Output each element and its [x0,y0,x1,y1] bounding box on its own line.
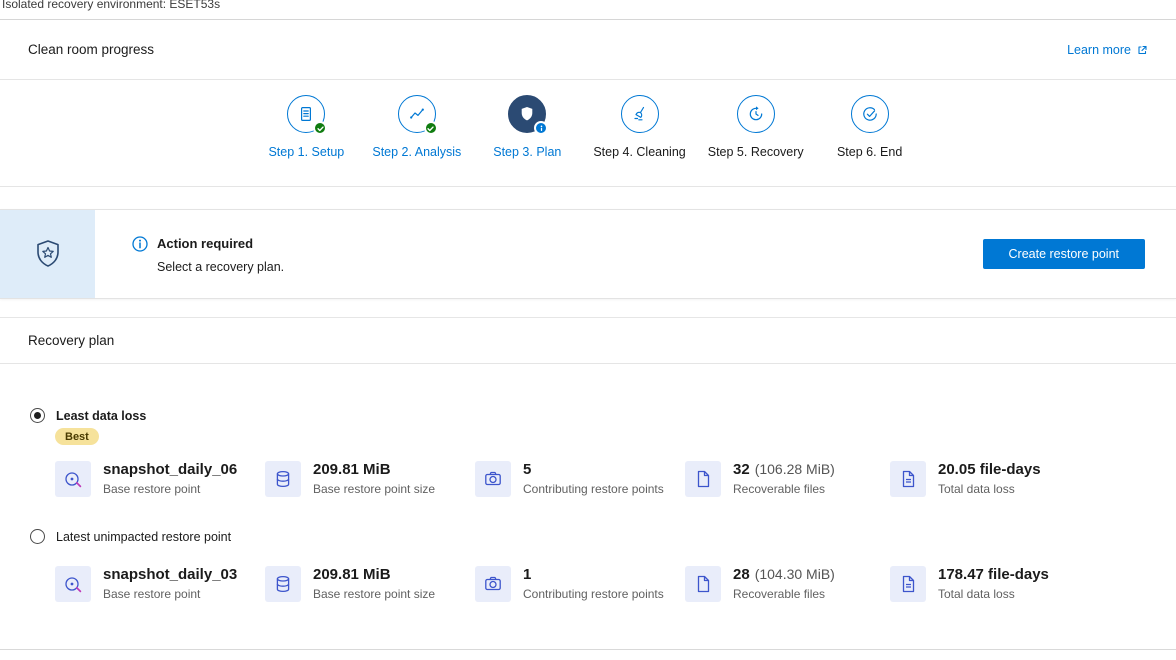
stepper-step-end[interactable]: Step 6. End [826,95,914,159]
stat-value: 209.81 MiB [313,566,435,583]
recovery-plan-content: Least data loss Best snapshot_daily_06 B… [0,364,1176,650]
environment-label: Isolated recovery environment: ESET53s [0,0,1176,11]
stat-recoverable-files: 32(106.28 MiB) Recoverable files [685,461,890,497]
end-check-circle-icon [861,105,879,123]
analysis-chart-icon [408,105,426,123]
step-info-badge-icon [534,121,548,135]
stat-extra: (104.30 MiB) [755,566,835,582]
step-complete-check-icon [424,121,438,135]
best-badge: Best [55,428,99,445]
stat-label: Recoverable files [733,587,835,601]
recovery-plan-header: Recovery plan [0,318,1176,364]
radio-least-data-loss[interactable] [30,408,45,423]
stat-label: Base restore point [103,587,237,601]
stat-label: Total data loss [938,587,1049,601]
stat-base-restore-point-size: 209.81 MiB Base restore point size [265,566,475,602]
stat-label: Base restore point size [313,482,435,496]
file-icon [685,566,721,602]
stat-label: Recoverable files [733,482,835,496]
external-link-icon [1136,44,1148,56]
stat-base-restore-point: snapshot_daily_06 Base restore point [55,461,265,497]
cleaning-broom-icon [631,105,649,123]
shield-star-icon [31,237,65,271]
progress-stepper: Step 1. Setup Step 2. Analysis [0,80,1176,187]
file-days-icon [890,461,926,497]
option-label[interactable]: Least data loss [56,409,146,423]
stepper-step-recovery[interactable]: Step 5. Recovery [708,95,804,159]
stat-value: snapshot_daily_06 [103,461,237,478]
file-days-icon [890,566,926,602]
setup-document-icon [297,105,315,123]
stepper-step-plan[interactable]: Step 3. Plan [483,95,571,159]
stepper-step-setup[interactable]: Step 1. Setup [262,95,350,159]
stat-label: Contributing restore points [523,482,664,496]
banner-accent-panel [0,210,95,298]
recovery-plan-title: Recovery plan [28,333,114,348]
plan-option-latest-unimpacted: Latest unimpacted restore point [0,529,1176,544]
stepper-step-cleaning[interactable]: Step 4. Cleaning [593,95,685,159]
stat-value: 20.05 file-days [938,461,1041,478]
banner-title: Action required [157,236,253,251]
stat-label: Contributing restore points [523,587,664,601]
stat-total-data-loss: 178.47 file-days Total data loss [890,566,1176,602]
restore-point-icon [55,566,91,602]
stat-base-restore-point-size: 209.81 MiB Base restore point size [265,461,475,497]
stat-value: 5 [523,461,664,478]
recovery-restore-icon [747,105,765,123]
plan-option-least-data-loss: Least data loss [0,364,1176,423]
stat-contributing-restore-points: 5 Contributing restore points [475,461,685,497]
page-title: Clean room progress [28,42,154,57]
plan-shield-icon [518,105,536,123]
stat-label: Total data loss [938,482,1041,496]
step-label: Step 3. Plan [493,145,561,159]
stat-value: 1 [523,566,664,583]
stat-label: Base restore point [103,482,237,496]
stat-value: snapshot_daily_03 [103,566,237,583]
clean-room-header: Clean room progress Learn more [0,20,1176,80]
stat-total-data-loss: 20.05 file-days Total data loss [890,461,1176,497]
option-1-stats-row: snapshot_daily_06 Base restore point 209… [0,461,1176,497]
option-2-stats-row: snapshot_daily_03 Base restore point 209… [0,566,1176,602]
step-label: Step 4. Cleaning [593,145,685,159]
option-label[interactable]: Latest unimpacted restore point [56,530,231,544]
stat-contributing-restore-points: 1 Contributing restore points [475,566,685,602]
banner-message: Select a recovery plan. [131,260,284,274]
step-label: Step 1. Setup [268,145,344,159]
step-label: Step 6. End [837,145,902,159]
database-icon [265,566,301,602]
snapshot-camera-icon [475,461,511,497]
learn-more-link[interactable]: Learn more [1067,43,1148,57]
environment-strip: Isolated recovery environment: ESET53s [0,0,1176,20]
stat-value: 28(104.30 MiB) [733,566,835,583]
step-label: Step 5. Recovery [708,145,804,159]
step-complete-check-icon [313,121,327,135]
database-icon [265,461,301,497]
learn-more-label: Learn more [1067,43,1131,57]
restore-point-icon [55,461,91,497]
stepper-step-analysis[interactable]: Step 2. Analysis [372,95,461,159]
recovery-plan-section: Recovery plan Least data loss Best snaps… [0,317,1176,650]
create-restore-point-button[interactable]: Create restore point [983,239,1145,269]
stat-value: 32(106.28 MiB) [733,461,835,478]
action-required-banner: Action required Select a recovery plan. … [0,209,1176,299]
stat-label: Base restore point size [313,587,435,601]
radio-latest-unimpacted[interactable] [30,529,45,544]
banner-body: Action required Select a recovery plan. … [95,210,1176,298]
stat-value: 178.47 file-days [938,566,1049,583]
step-label: Step 2. Analysis [372,145,461,159]
stat-recoverable-files: 28(104.30 MiB) Recoverable files [685,566,890,602]
stat-extra: (106.28 MiB) [755,461,835,477]
stat-base-restore-point: snapshot_daily_03 Base restore point [55,566,265,602]
file-icon [685,461,721,497]
info-icon [131,235,149,253]
stat-value: 209.81 MiB [313,461,435,478]
snapshot-camera-icon [475,566,511,602]
